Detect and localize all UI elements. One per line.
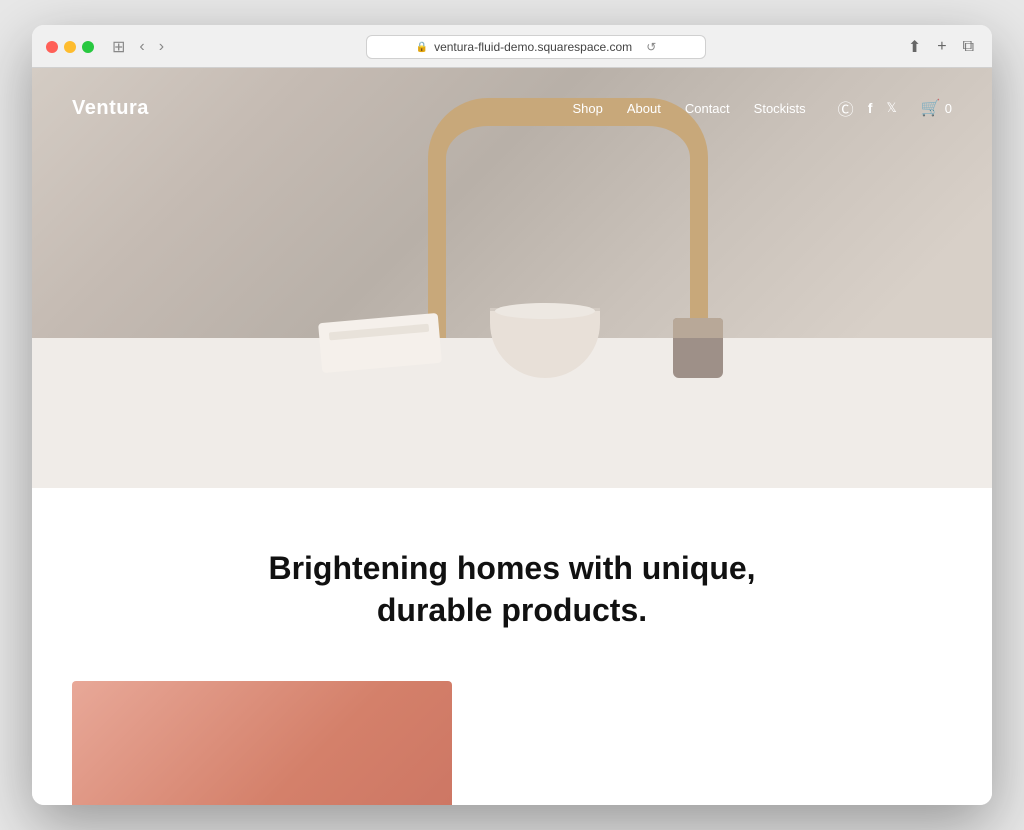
reload-button[interactable]: ↺ [646,40,656,54]
product-card-1[interactable] [72,681,452,805]
address-bar-container: 🔒 ventura-fluid-demo.squarespace.com ↺ [178,35,894,59]
url-text: ventura-fluid-demo.squarespace.com [434,40,632,54]
product-grid [32,681,992,805]
site-tagline: Brightening homes with unique, durable p… [252,548,772,631]
nav-contact[interactable]: Contact [685,101,730,116]
browser-actions: ⬆ + ⧉ [904,35,978,59]
nav-stockists[interactable]: Stockists [754,101,806,116]
sidebar-toggle-button[interactable]: ⊞ [108,35,129,59]
cart-link[interactable]: 🛒 0 [921,98,952,118]
nav-links: Shop About Contact Stockists Ⓒ f 𝕏 🛒 0 [572,96,952,120]
site-navigation: Ventura Shop About Contact Stockists Ⓒ f… [32,68,992,148]
minimize-button[interactable] [64,41,76,53]
tab-overview-button[interactable]: ⧉ [959,36,978,58]
website-content: Ventura Shop About Contact Stockists Ⓒ f… [32,68,992,805]
cup-illustration [673,318,723,378]
cart-count: 0 [945,101,952,116]
hero-section: Ventura Shop About Contact Stockists Ⓒ f… [32,68,992,488]
cart-icon: 🛒 [921,98,941,118]
address-bar[interactable]: 🔒 ventura-fluid-demo.squarespace.com ↺ [366,35,706,59]
new-tab-button[interactable]: + [933,36,950,58]
site-logo[interactable]: Ventura [72,97,149,120]
close-button[interactable] [46,41,58,53]
browser-controls: ⊞ ‹ › [108,35,168,59]
maximize-button[interactable] [82,41,94,53]
facebook-icon[interactable]: f [868,100,873,116]
nav-social-icons: Ⓒ f 𝕏 [838,96,897,120]
product-section: Featured Create A Site Like This Free tr… [32,681,992,805]
twitter-icon[interactable]: 𝕏 [886,100,896,116]
browser-chrome: ⊞ ‹ › 🔒 ventura-fluid-demo.squarespace.c… [32,25,992,68]
share-button[interactable]: ⬆ [904,35,925,59]
tagline-section: Brightening homes with unique, durable p… [32,488,992,681]
back-button[interactable]: ‹ [135,36,148,58]
traffic-lights [46,41,94,53]
cloth-illustration [318,313,442,373]
nav-about[interactable]: About [627,101,661,116]
browser-window: ⊞ ‹ › 🔒 ventura-fluid-demo.squarespace.c… [32,25,992,805]
nav-shop[interactable]: Shop [572,101,602,116]
instagram-icon[interactable]: Ⓒ [838,96,854,120]
lock-icon: 🔒 [416,42,428,53]
forward-button[interactable]: › [155,36,168,58]
